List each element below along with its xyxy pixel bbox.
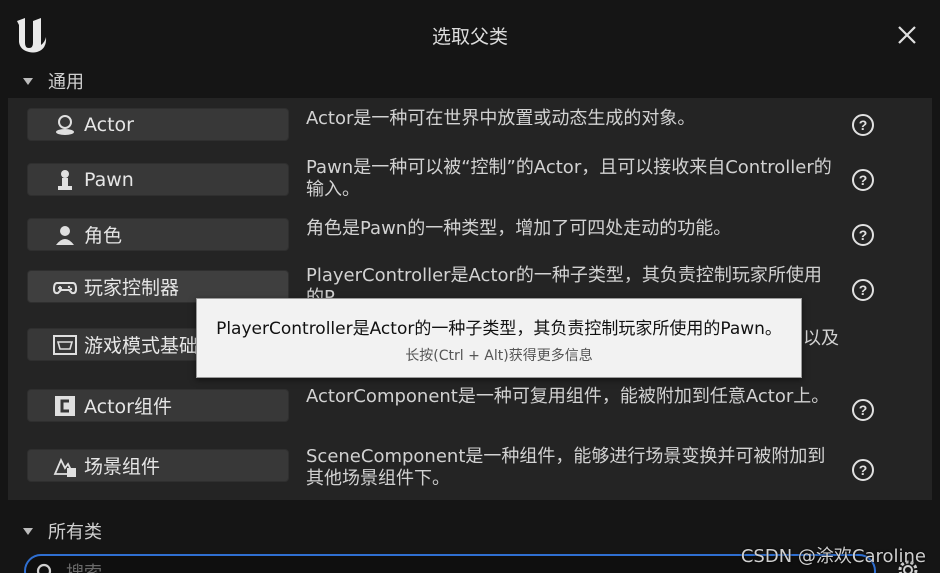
help-icon[interactable]: ? bbox=[851, 278, 875, 302]
class-description: Actor是一种可在世界中放置或动态生成的对象。 bbox=[306, 108, 696, 129]
watermark: CSDN @涂欢Caroline bbox=[740, 546, 926, 567]
section-header-common[interactable]: 通用 bbox=[8, 66, 932, 96]
svg-text:?: ? bbox=[859, 402, 868, 418]
svg-text:?: ? bbox=[859, 227, 868, 243]
section-label: 通用 bbox=[48, 72, 84, 93]
class-label: 角色 bbox=[84, 225, 123, 247]
class-tooltip: PlayerController是Actor的一种子类型，其负责控制玩家所使用的… bbox=[196, 298, 802, 378]
chevron-down-icon bbox=[23, 78, 33, 85]
class-label: 游戏模式基础 bbox=[84, 335, 199, 357]
class-label: Actor组件 bbox=[84, 396, 172, 418]
dialog-title: 选取父类 bbox=[431, 26, 508, 48]
gamepad-icon bbox=[52, 274, 78, 300]
title-bar: 选取父类 bbox=[0, 0, 940, 66]
class-row: Actor组件 ActorComponent是一种可复用组件，能被附加到任意Ac… bbox=[8, 382, 932, 438]
class-button-scene-component[interactable]: 场景组件 bbox=[27, 449, 289, 482]
search-icon bbox=[36, 563, 52, 573]
class-row: 场景组件 SceneComponent是一种组件，能够进行场景变换并可被附加到其… bbox=[8, 442, 932, 498]
pick-parent-class-dialog: 选取父类 通用 Actor Actor是一种可在世界中放置或动态生成的对象。 ? bbox=[0, 0, 940, 573]
actor-component-icon bbox=[52, 393, 78, 419]
svg-text:?: ? bbox=[859, 172, 868, 188]
search-placeholder: 搜索 bbox=[66, 559, 102, 573]
tooltip-text: PlayerController是Actor的一种子类型，其负责控制玩家所使用的… bbox=[216, 319, 782, 339]
chevron-down-icon bbox=[23, 528, 33, 535]
help-icon[interactable]: ? bbox=[851, 168, 875, 192]
class-label: Pawn bbox=[84, 168, 134, 191]
class-description: 以及 bbox=[803, 328, 839, 349]
character-icon bbox=[52, 222, 78, 248]
class-row: Pawn Pawn是一种可以被“控制”的Actor，且可以接收来自Control… bbox=[8, 157, 932, 216]
help-icon[interactable]: ? bbox=[851, 113, 875, 137]
class-description: ActorComponent是一种可复用组件，能被附加到任意Actor上。 bbox=[306, 386, 830, 407]
class-description: 角色是Pawn的一种类型，增加了可四处走动的功能。 bbox=[306, 218, 732, 239]
class-button-character[interactable]: 角色 bbox=[27, 218, 289, 251]
class-button-actor[interactable]: Actor bbox=[27, 108, 289, 141]
help-icon[interactable]: ? bbox=[851, 223, 875, 247]
svg-text:?: ? bbox=[859, 462, 868, 478]
class-row: Actor Actor是一种可在世界中放置或动态生成的对象。 ? bbox=[8, 104, 932, 160]
pawn-icon bbox=[52, 167, 78, 193]
svg-text:?: ? bbox=[859, 282, 868, 298]
class-button-actor-component[interactable]: Actor组件 bbox=[27, 389, 289, 422]
class-row: 角色 角色是Pawn的一种类型，增加了可四处走动的功能。 ? bbox=[8, 216, 932, 272]
scene-component-icon bbox=[52, 453, 78, 479]
help-icon[interactable]: ? bbox=[851, 458, 875, 482]
class-button-pawn[interactable]: Pawn bbox=[27, 163, 289, 196]
close-icon[interactable] bbox=[896, 24, 918, 46]
class-description: SceneComponent是一种组件，能够进行场景变换并可被附加到其他场景组件… bbox=[306, 446, 826, 489]
class-label: 玩家控制器 bbox=[84, 277, 180, 299]
actor-icon bbox=[52, 112, 78, 138]
game-mode-icon bbox=[52, 332, 78, 358]
class-label: Actor bbox=[84, 113, 134, 136]
class-label: 场景组件 bbox=[84, 456, 161, 478]
class-description: Pawn是一种可以被“控制”的Actor，且可以接收来自Controller的输… bbox=[306, 157, 832, 200]
section-label: 所有类 bbox=[48, 522, 102, 543]
svg-text:?: ? bbox=[859, 117, 868, 133]
tooltip-hint: 长按(Ctrl + Alt)获得更多信息 bbox=[405, 348, 593, 364]
help-icon[interactable]: ? bbox=[851, 398, 875, 422]
